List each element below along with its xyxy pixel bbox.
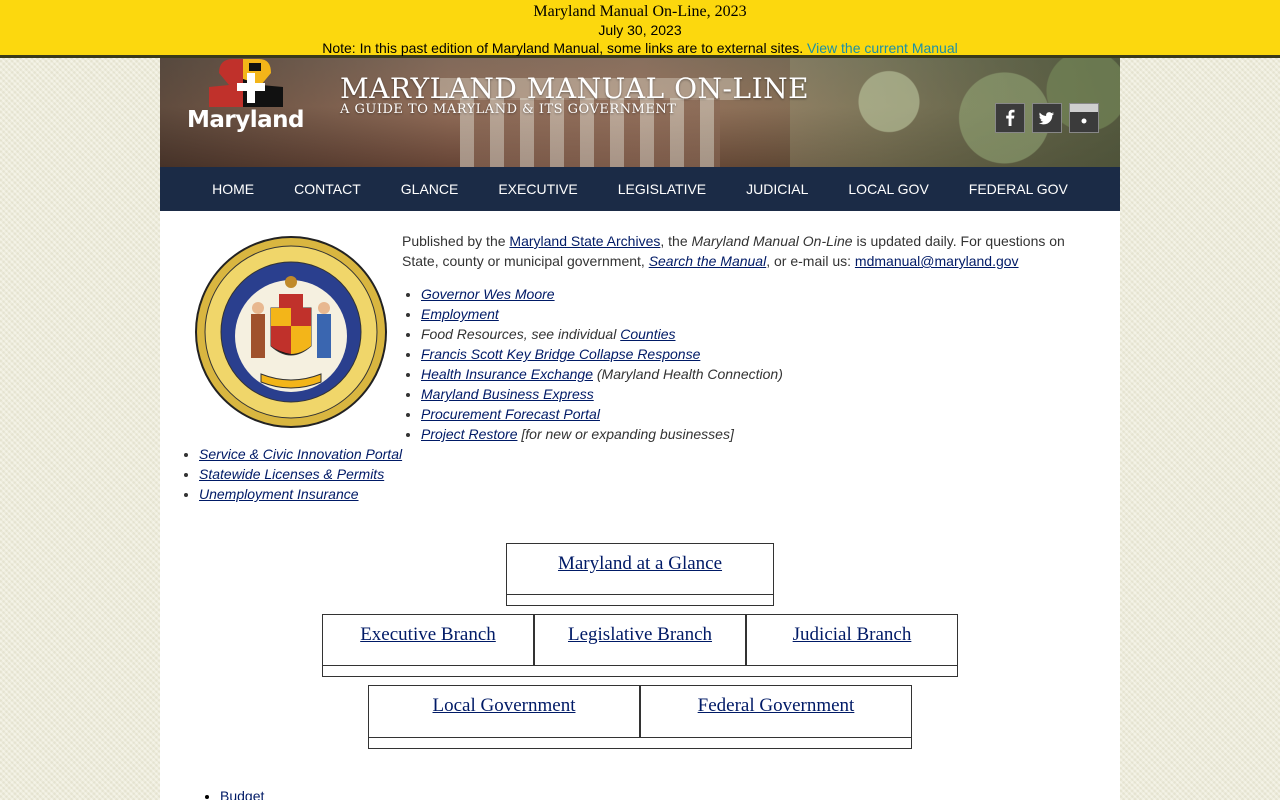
project-restore-note: [for new or expanding businesses] [517, 426, 734, 442]
intro-text-1: Published by the [402, 233, 510, 249]
gov-box-footer [368, 738, 912, 749]
link-procurement[interactable]: Procurement Forecast Portal [421, 406, 600, 422]
list-item: Procurement Forecast Portal [421, 404, 783, 424]
nav-judicial[interactable]: JUDICIAL [726, 167, 828, 211]
intro-text-2: , the [660, 233, 692, 249]
flickr-icon[interactable] [1069, 103, 1099, 133]
list-item: Maryland Business Express [421, 384, 783, 404]
list-item: Francis Scott Key Bridge Collapse Respon… [421, 344, 783, 364]
branches-box-footer [322, 666, 958, 677]
facebook-icon[interactable] [995, 103, 1025, 133]
banner-note: Note: In this past edition of Maryland M… [0, 39, 1280, 57]
legislative-box: Legislative Branch [534, 614, 746, 666]
banner-title: Maryland Manual On-Line, 2023 [533, 3, 747, 20]
link-business-express[interactable]: Maryland Business Express [421, 386, 594, 402]
list-item: Health Insurance Exchange (Maryland Heal… [421, 364, 783, 384]
archive-banner: Maryland Manual On-Line, 2023 July 30, 2… [0, 0, 1280, 58]
link-employment[interactable]: Employment [421, 306, 499, 322]
federal-government-link[interactable]: Federal Government [641, 686, 911, 717]
judicial-branch-link[interactable]: Judicial Branch [747, 615, 957, 646]
twitter-icon[interactable] [1032, 103, 1062, 133]
health-connection-note: (Maryland Health Connection) [593, 366, 783, 382]
list-item: Employment [421, 304, 783, 324]
local-gov-box: Local Government [368, 685, 640, 738]
page-container: Maryland MARYLAND MANUAL ON-LINE A GUIDE… [160, 58, 1120, 800]
federal-gov-box: Federal Government [640, 685, 912, 738]
glance-box: Maryland at a Glance [506, 543, 774, 595]
intro-paragraph: Published by the Maryland State Archives… [402, 231, 1082, 271]
link-key-bridge[interactable]: Francis Scott Key Bridge Collapse Respon… [421, 346, 700, 362]
search-manual-link[interactable]: Search the Manual [649, 253, 767, 269]
list-item: Food Resources, see individual Counties [421, 324, 783, 344]
list-item: Project Restore [for new or expanding bu… [421, 424, 783, 444]
banner-note-text: Note: In this past edition of Maryland M… [322, 40, 804, 56]
site-title: MARYLAND MANUAL ON-LINE [340, 72, 810, 105]
nav-contact[interactable]: CONTACT [274, 167, 381, 211]
link-project-restore[interactable]: Project Restore [421, 426, 517, 442]
site-header: Maryland MARYLAND MANUAL ON-LINE A GUIDE… [160, 58, 1120, 167]
nav-glance[interactable]: GLANCE [381, 167, 479, 211]
link-governor[interactable]: Governor Wes Moore [421, 286, 555, 302]
judicial-box: Judicial Branch [746, 614, 958, 666]
nav-executive[interactable]: EXECUTIVE [478, 167, 597, 211]
link-budget[interactable]: Budget [220, 788, 264, 800]
glance-link[interactable]: Maryland at a Glance [507, 544, 773, 575]
quick-links-list-continued: Service & Civic Innovation Portal Statew… [180, 444, 402, 504]
legislative-branch-link[interactable]: Legislative Branch [535, 615, 745, 646]
nav-local-gov[interactable]: LOCAL GOV [828, 167, 948, 211]
executive-branch-link[interactable]: Executive Branch [323, 615, 533, 646]
link-unemployment[interactable]: Unemployment Insurance [199, 486, 359, 502]
list-item: Unemployment Insurance [199, 484, 402, 504]
list-item: Governor Wes Moore [421, 284, 783, 304]
intro-text-4: , or e-mail us: [766, 253, 855, 269]
list-item: Service & Civic Innovation Portal [199, 444, 402, 464]
bottom-list: Budget [200, 786, 264, 800]
nav-home[interactable]: HOME [192, 167, 274, 211]
link-health-exchange[interactable]: Health Insurance Exchange [421, 366, 593, 382]
banner-date: July 30, 2023 [598, 22, 682, 38]
state-seal-icon [195, 236, 387, 428]
list-item: Statewide Licenses & Permits [199, 464, 402, 484]
maryland-logo-text: Maryland [187, 107, 305, 133]
nav-federal-gov[interactable]: FEDERAL GOV [949, 167, 1088, 211]
link-counties[interactable]: Counties [620, 326, 675, 342]
executive-box: Executive Branch [322, 614, 534, 666]
intro-manual-title: Maryland Manual On-Line [691, 233, 853, 249]
main-nav: HOME CONTACT GLANCE EXECUTIVE LEGISLATIV… [160, 167, 1120, 211]
email-link[interactable]: mdmanual@maryland.gov [855, 253, 1019, 269]
site-subtitle: A GUIDE TO MARYLAND & ITS GOVERNMENT [340, 102, 677, 117]
list-item: Budget [220, 786, 264, 800]
food-resources-text: Food Resources, see individual [421, 326, 621, 342]
link-service-portal[interactable]: Service & Civic Innovation Portal [199, 446, 402, 462]
nav-legislative[interactable]: LEGISLATIVE [598, 167, 726, 211]
current-manual-link[interactable]: View the current Manual [807, 40, 958, 56]
state-archives-link[interactable]: Maryland State Archives [509, 233, 660, 249]
glance-box-footer [506, 595, 774, 606]
local-government-link[interactable]: Local Government [369, 686, 639, 717]
link-licenses-permits[interactable]: Statewide Licenses & Permits [199, 466, 384, 482]
quick-links-list: Governor Wes Moore Employment Food Resou… [402, 284, 783, 444]
